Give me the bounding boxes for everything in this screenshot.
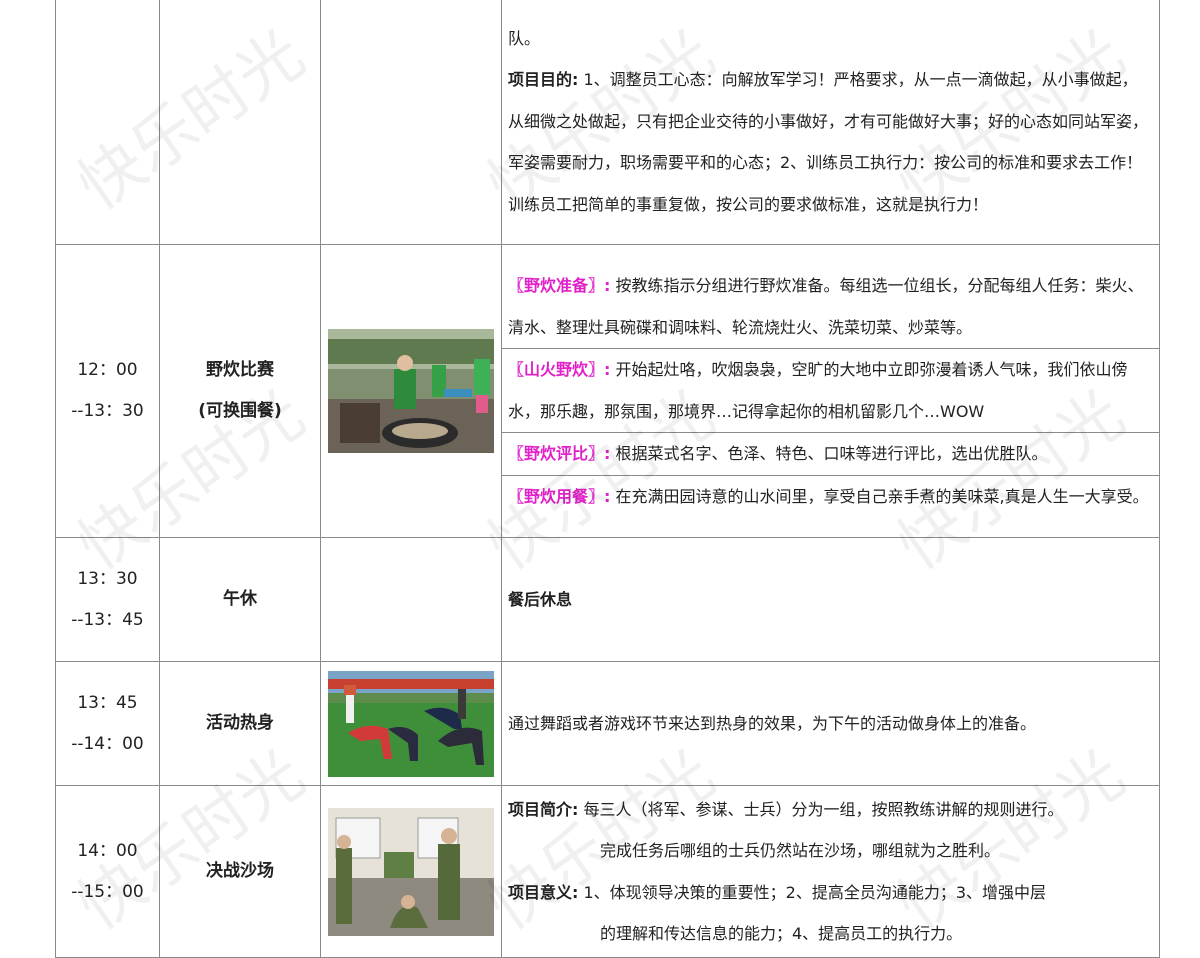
cooking-meal-label: 〖野炊用餐〗: (508, 486, 611, 506)
activity-name-cell: 活动热身 (159, 661, 321, 786)
activity-name-cell: 决战沙场 (159, 785, 321, 958)
time-cell: 12：00 --13：30 (55, 244, 160, 538)
table-row: 12：00 --13：30 野炊比赛 (可换围餐) 〖野炊准备〗: 按教练指示分… (55, 244, 1160, 538)
meaning-paragraph: 项目意义: 1、体现领导决策的重要性；2、提高全员沟通能力；3、增强中层 (508, 872, 1153, 914)
time-start: 12：00 (77, 360, 138, 380)
photo-cell (320, 537, 502, 662)
rest-description: 餐后休息 (508, 589, 573, 609)
cooking-judge-item: 〖野炊评比〗: 根据菜式名字、色泽、特色、口味等进行评比，选出优胜队。 (502, 432, 1159, 475)
description-cell: 项目简介: 每三人（将军、参谋、士兵）分为一组，按照教练讲解的规则进行。 完成任… (501, 785, 1160, 958)
purpose-label: 项目目的: (508, 70, 579, 90)
purpose-paragraph: 项目目的: 1、调整员工心态：向解放军学习！严格要求，从一点一滴做起，从小事做起… (508, 59, 1153, 225)
table-row: 13：30 --13：45 午休 餐后休息 (55, 537, 1160, 662)
cooking-fire-label: 〖山火野炊〗: (508, 360, 611, 379)
intro-continuation: 完成任务后哪组的士兵仍然站在沙场，哪组就为之胜利。 (600, 841, 1001, 860)
purpose-text: 1、调整员工心态：向解放军学习！严格要求，从一点一滴做起，从小事做起，从细微之处… (508, 70, 1149, 214)
time-cell: 13：45 --14：00 (55, 661, 160, 786)
time-start: 13：30 (77, 568, 138, 589)
intro-text: 每三人（将军、参谋、士兵）分为一组，按照教练讲解的规则进行。 (578, 799, 1064, 819)
photo-cell (320, 0, 502, 245)
table-row: 13：45 --14：00 活动热身 通过舞蹈或者游戏环节来达到热身的效果，为下… (55, 661, 1160, 786)
time-end: --13：30 (71, 401, 144, 421)
time-end: --15：00 (71, 881, 144, 902)
table-row: 14：00 --15：00 决战沙场 项目简介: 每三人（将军、参谋、士兵）分为… (55, 785, 1160, 958)
time-start: 14：00 (77, 840, 138, 861)
meaning-label: 项目意义: (508, 882, 579, 902)
time-start: 13：45 (77, 692, 138, 713)
cooking-prep-label: 〖野炊准备〗: (508, 276, 611, 295)
table-row: 队。 项目目的: 1、调整员工心态：向解放军学习！严格要求，从一点一滴做起，从小… (55, 0, 1160, 245)
activity-name-cell: 野炊比赛 (可换围餐) (159, 244, 321, 538)
cooking-judge-text: 根据菜式名字、色泽、特色、口味等进行评比，选出优胜队。 (610, 444, 1048, 463)
photo-cell (320, 244, 502, 538)
cooking-meal-text: 在充满田园诗意的山水间里，享受自己亲手煮的美味菜,真是人生一大享受。 (610, 486, 1149, 506)
time-end: --13：45 (71, 609, 144, 630)
description-tail: 队。 (508, 28, 541, 48)
photo-cell (320, 661, 502, 786)
time-cell: 14：00 --15：00 (55, 785, 160, 958)
time-end: --14：00 (71, 733, 144, 754)
intro-paragraph: 项目简介: 每三人（将军、参谋、士兵）分为一组，按照教练讲解的规则进行。 (508, 789, 1153, 831)
activity-name-cell (159, 0, 321, 245)
warmup-description: 通过舞蹈或者游戏环节来达到热身的效果，为下午的活动做身体上的准备。 (508, 713, 1037, 733)
activity-name-cell: 午休 (159, 537, 321, 662)
warmup-photo (328, 670, 494, 777)
intro-label: 项目简介: (508, 799, 579, 819)
activity-name: 决战沙场 (206, 861, 274, 881)
cooking-meal-item: 〖野炊用餐〗: 在充满田园诗意的山水间里，享受自己亲手煮的美味菜,真是人生一大享… (502, 474, 1159, 518)
activity-name-note: (可换围餐) (198, 401, 282, 421)
photo-cell (320, 785, 502, 958)
cooking-fire-item: 〖山火野炊〗: 开始起灶咯，吹烟袅袅，空旷的大地中立即弥漫着诱人气味，我们依山傍… (502, 348, 1159, 432)
cooking-photo (328, 329, 494, 453)
description-cell: 〖野炊准备〗: 按教练指示分组进行野炊准备。每组选一位组长，分配每组人任务：柴火… (501, 244, 1160, 538)
time-cell (55, 0, 160, 245)
meaning-continuation: 的理解和传达信息的能力；4、提高员工的执行力。 (600, 924, 963, 943)
activity-name: 活动热身 (206, 713, 274, 733)
description-cell: 餐后休息 (501, 537, 1160, 662)
description-cell: 通过舞蹈或者游戏环节来达到热身的效果，为下午的活动做身体上的准备。 (501, 661, 1160, 786)
cooking-judge-label: 〖野炊评比〗: (508, 444, 611, 463)
description-cell: 队。 项目目的: 1、调整员工心态：向解放军学习！严格要求，从一点一滴做起，从小… (501, 0, 1160, 245)
meaning-text: 1、体现领导决策的重要性；2、提高全员沟通能力；3、增强中层 (578, 882, 1047, 902)
time-cell: 13：30 --13：45 (55, 537, 160, 662)
activity-name: 野炊比赛 (206, 360, 274, 380)
schedule-table: 队。 项目目的: 1、调整员工心态：向解放军学习！严格要求，从一点一滴做起，从小… (55, 0, 1160, 958)
activity-name: 午休 (223, 589, 257, 609)
battle-photo (328, 807, 494, 936)
cooking-prep-item: 〖野炊准备〗: 按教练指示分组进行野炊准备。每组选一位组长，分配每组人任务：柴火… (508, 265, 1153, 348)
